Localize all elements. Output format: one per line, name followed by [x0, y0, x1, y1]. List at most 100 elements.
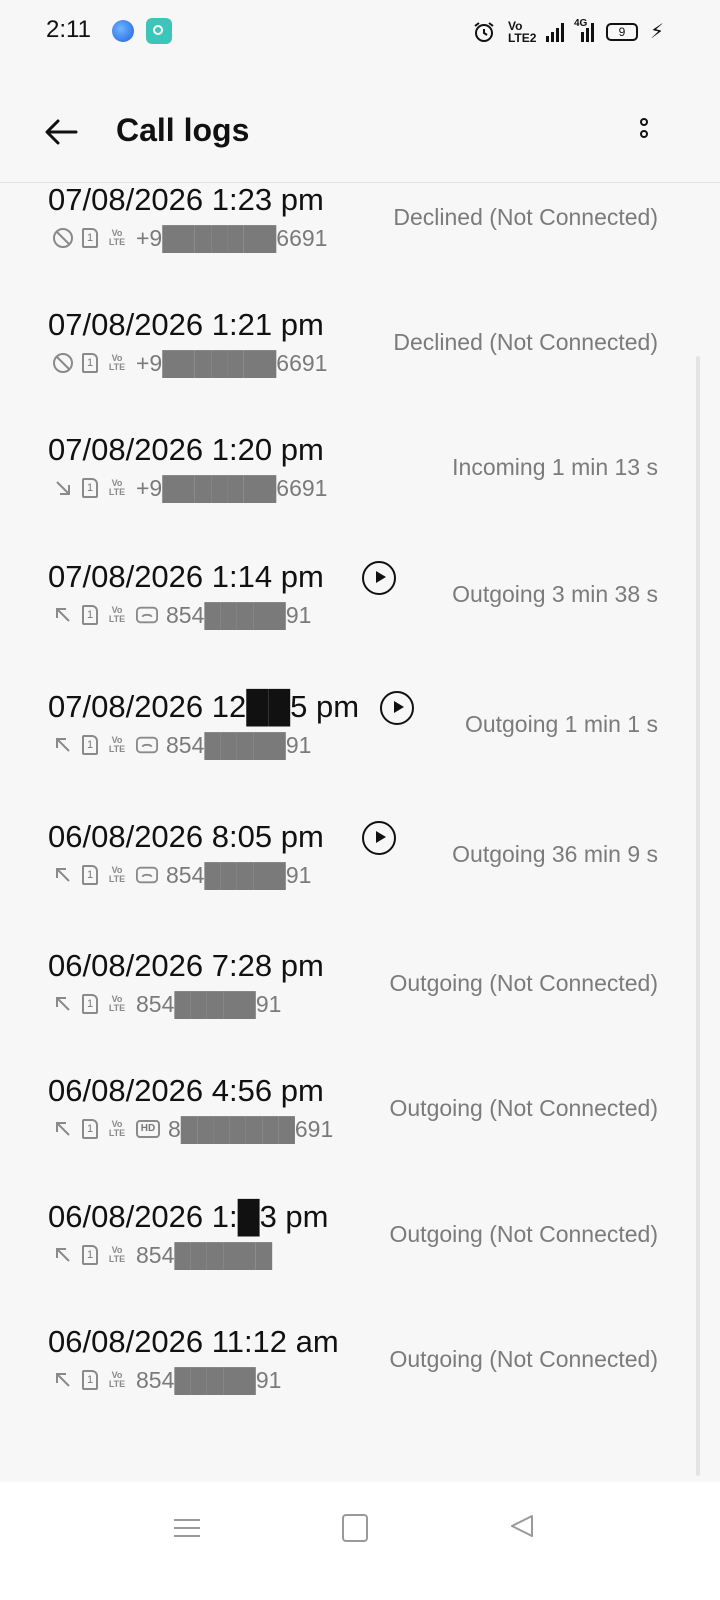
page-title: Call logs: [116, 112, 250, 148]
phone-number: +9███████6691: [136, 224, 328, 251]
call-datetime: 07/08/2026 1:14 pm: [48, 559, 324, 594]
call-datetime: 07/08/2026 1:23 pm: [48, 182, 324, 217]
call-meta: 1 Vo LTE 854█████91: [52, 990, 281, 1018]
phone-number: 8███████691: [168, 1115, 334, 1142]
sim-card-icon: 1: [82, 228, 98, 248]
call-recorder-icon: [136, 604, 158, 626]
call-log-item[interactable]: 07/08/2026 1:20 pm 1 Vo LTE +9███████6691 In…: [0, 432, 720, 558]
back-arrow-icon[interactable]: [42, 112, 82, 152]
sim-card-icon: 1: [82, 994, 98, 1014]
volte-icon: Vo LTE: [108, 994, 126, 1013]
app-header: Call logs: [0, 64, 720, 183]
call-datetime: 06/08/2026 11:12 am: [48, 1324, 339, 1359]
call-meta: 1 Vo LTE 854█████91: [52, 1366, 281, 1394]
battery-icon: 9: [605, 23, 638, 41]
call-datetime: 07/08/2026 1:20 pm: [48, 432, 324, 467]
phone-number: 854██████: [136, 1241, 273, 1268]
outgoing-arrow-icon: [52, 993, 74, 1015]
phone-number: 854█████91: [166, 731, 312, 758]
call-log-item[interactable]: 06/08/2026 11:12 am 1 Vo LTE 854█████91 Outg…: [0, 1324, 720, 1450]
sim-card-icon: 1: [82, 353, 98, 373]
status-time: 2:11: [46, 16, 91, 43]
blocked-icon: [52, 227, 74, 249]
phone-number: 854█████91: [166, 601, 312, 628]
call-datetime: 07/08/2026 12██5 pm: [48, 689, 360, 724]
outgoing-arrow-icon: [52, 864, 74, 886]
app-notification-icon: [146, 18, 172, 44]
alarm-icon: [474, 22, 494, 42]
call-status: Outgoing (Not Connected): [389, 1221, 659, 1247]
call-status: Outgoing 36 min 9 s: [452, 841, 658, 867]
app-notification-icon: [112, 20, 134, 42]
call-recorder-icon: [136, 864, 158, 886]
volte-icon: Vo LTE2: [507, 19, 537, 45]
sim-card-icon: 1: [82, 1370, 98, 1390]
volte-icon: Vo LTE: [108, 1245, 126, 1264]
status-icons: Vo LTE2 4G 9 ⚡: [472, 18, 664, 46]
call-status: Outgoing 1 min 1 s: [464, 711, 658, 737]
call-meta: 1 Vo LTE 854█████91: [52, 601, 311, 629]
sim-card-icon: 1: [82, 478, 98, 498]
4g-signal-icon: 4G: [574, 18, 594, 42]
call-log-item[interactable]: 07/08/2026 1:14 pm 1 Vo LTE 854█████91 Outgo…: [0, 559, 720, 685]
charging-icon: ⚡: [649, 21, 664, 43]
play-recording-icon[interactable]: [362, 821, 396, 855]
call-meta: 1 Vo LTE +9███████6691: [52, 349, 327, 377]
call-status: Incoming 1 min 13 s: [452, 454, 658, 480]
volte-icon: Vo LTE: [108, 1370, 126, 1389]
status-bar: 2:11 Vo LTE2 4G 9 ⚡: [0, 0, 720, 64]
volte-icon: Vo LTE: [108, 353, 126, 372]
phone-number: +9███████6691: [136, 349, 328, 376]
play-recording-icon[interactable]: [380, 691, 414, 725]
call-log-item[interactable]: 07/08/2026 1:21 pm 1 Vo LTE +9███████6691 De…: [0, 307, 720, 433]
call-meta: 1 Vo LTE +9███████6691: [52, 224, 327, 252]
blocked-icon: [52, 352, 74, 374]
call-datetime: 06/08/2026 7:28 pm: [48, 948, 324, 983]
sim-card-icon: 1: [82, 865, 98, 885]
call-datetime: 06/08/2026 1:█3 pm: [48, 1199, 329, 1234]
scrollbar[interactable]: [696, 356, 700, 1476]
call-log-list[interactable]: 07/08/2026 1:23 pm 1 Vo LTE +9███████6691 De…: [0, 182, 720, 1482]
call-status: Outgoing (Not Connected): [389, 970, 659, 996]
call-meta: 1 Vo LTE +9███████6691: [52, 474, 327, 502]
call-datetime: 07/08/2026 1:21 pm: [48, 307, 324, 342]
call-recorder-icon: [136, 734, 158, 756]
sim-card-icon: 1: [82, 1245, 98, 1265]
volte-icon: Vo LTE: [108, 228, 126, 247]
outgoing-arrow-icon: [52, 604, 74, 626]
hd-icon: HD: [136, 1120, 160, 1138]
phone-number: +9███████6691: [136, 474, 328, 501]
more-vertical-icon[interactable]: [632, 116, 656, 152]
call-log-item[interactable]: 07/08/2026 12██5 pm 1 Vo LTE 854█████91 Outg…: [0, 689, 720, 815]
call-log-item[interactable]: 06/08/2026 1:█3 pm 1 Vo LTE 854██████ Outgoi…: [0, 1199, 720, 1325]
sim-card-icon: 1: [82, 605, 98, 625]
call-log-item[interactable]: 06/08/2026 4:56 pm 1 Vo LTE HD 8███████691 Ou…: [0, 1073, 720, 1199]
play-recording-icon[interactable]: [362, 561, 396, 595]
outgoing-arrow-icon: [52, 1369, 74, 1391]
volte-icon: Vo LTE: [108, 478, 126, 497]
call-datetime: 06/08/2026 4:56 pm: [48, 1073, 324, 1108]
call-log-item[interactable]: 07/08/2026 1:23 pm 1 Vo LTE +9███████6691 De…: [0, 182, 720, 308]
call-meta: 1 Vo LTE 854██████: [52, 1241, 272, 1269]
back-icon[interactable]: [508, 1512, 536, 1540]
sim-card-icon: 1: [82, 735, 98, 755]
menu-icon[interactable]: [174, 1514, 200, 1540]
navigation-bar: [0, 1482, 720, 1600]
outgoing-arrow-icon: [52, 1244, 74, 1266]
call-meta: 1 Vo LTE HD 8███████691: [52, 1115, 333, 1143]
home-icon[interactable]: [342, 1514, 368, 1542]
call-status: Outgoing (Not Connected): [389, 1346, 659, 1372]
volte-icon: Vo LTE: [108, 865, 126, 884]
call-status: Outgoing 3 min 38 s: [452, 581, 658, 607]
call-status: Declined (Not Connected): [393, 204, 658, 230]
call-log-item[interactable]: 06/08/2026 7:28 pm 1 Vo LTE 854█████91 Outgo…: [0, 948, 720, 1074]
phone-number: 854█████91: [166, 861, 312, 888]
call-meta: 1 Vo LTE 854█████91: [52, 731, 311, 759]
sim-card-icon: 1: [82, 1119, 98, 1139]
incoming-arrow-icon: [52, 477, 74, 499]
volte-icon: Vo LTE: [108, 735, 126, 754]
call-status: Declined (Not Connected): [393, 329, 658, 355]
signal-icon: [545, 22, 564, 42]
call-meta: 1 Vo LTE 854█████91: [52, 861, 311, 889]
call-log-item[interactable]: 06/08/2026 8:05 pm 1 Vo LTE 854█████91 Outgo…: [0, 819, 720, 945]
